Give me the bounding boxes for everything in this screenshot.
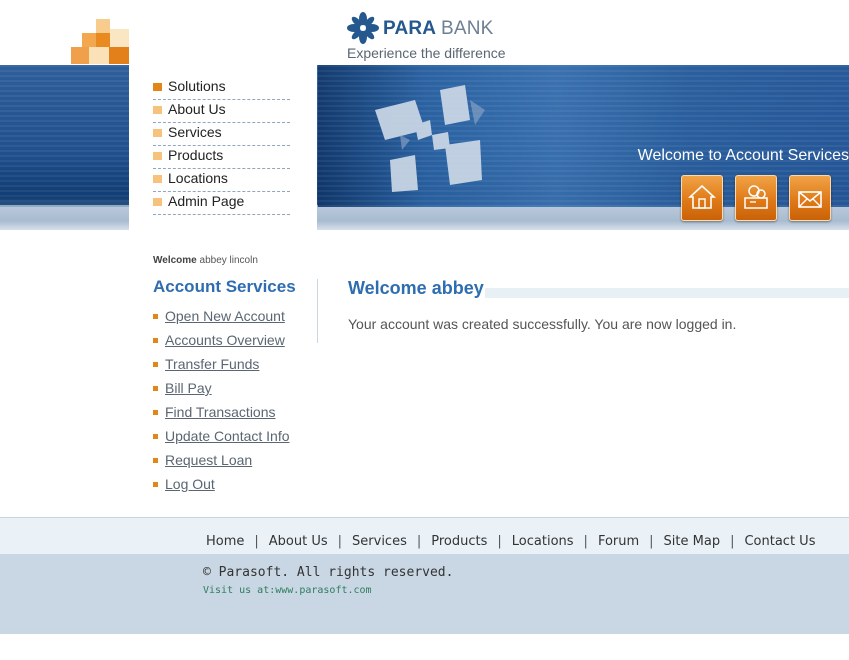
footer-link-forum[interactable]: Forum — [598, 534, 639, 549]
success-message: Your account was created successfully. Y… — [348, 316, 737, 332]
nav-item-products[interactable]: Products — [153, 145, 290, 169]
home-icon — [688, 184, 716, 209]
link-label: Update Contact Info — [165, 428, 290, 444]
mail-icon — [798, 191, 822, 208]
top-nav-panel: Solutions About Us Services Products Loc… — [129, 65, 317, 263]
nav-bullet — [153, 129, 162, 137]
link-bullet — [153, 434, 158, 439]
footer-link-services[interactable]: Services — [352, 534, 407, 549]
home-button[interactable] — [681, 175, 723, 221]
footer-separator: | — [497, 534, 502, 549]
nav-item-label: Locations — [168, 170, 228, 186]
footer-link-products[interactable]: Products — [431, 534, 487, 549]
link-label: Find Transactions — [165, 404, 276, 420]
link-bullet — [153, 458, 158, 463]
footer-separator: | — [416, 534, 422, 549]
footer-separator: | — [730, 534, 735, 549]
footer-link-site-map[interactable]: Site Map — [664, 534, 721, 549]
link-label: Transfer Funds — [165, 356, 260, 372]
link-bullet — [153, 386, 158, 391]
footer-separator: | — [649, 534, 654, 549]
footer-nav: Home | About Us | Services | Products | Location… — [0, 517, 849, 554]
link-label: Open New Account — [165, 308, 285, 324]
footer-link-contact-us[interactable]: Contact Us — [744, 534, 815, 549]
footer-separator: | — [254, 534, 259, 549]
nav-item-services[interactable]: Services — [153, 122, 290, 146]
contact-mail-button[interactable] — [789, 175, 831, 221]
link-bullet — [153, 362, 158, 367]
link-label: Request Loan — [165, 452, 253, 468]
nav-bullet — [153, 175, 162, 183]
brand-para: PARA — [383, 18, 436, 39]
nav-item-label: Products — [168, 147, 224, 163]
nav-bullet — [153, 106, 162, 114]
nav-item-admin-page[interactable]: Admin Page — [153, 191, 290, 215]
footer-separator: | — [583, 534, 588, 549]
visit-us-link[interactable]: Visit us at:www.parasoft.com — [203, 585, 372, 596]
nav-item-locations[interactable]: Locations — [153, 168, 290, 192]
footer-separator: | — [337, 534, 343, 549]
welcome-label: Welcome — [153, 255, 197, 266]
tagline: Experience the difference — [347, 45, 506, 61]
welcome-banner-text: Welcome to Account Services — [637, 147, 849, 164]
nav-item-solutions[interactable]: Solutions — [153, 76, 290, 100]
nav-bullet — [153, 198, 162, 206]
copyright-text: © Parasoft. All rights reserved. — [203, 565, 454, 580]
user-name: abbey lincoln — [199, 255, 258, 266]
page-title: Welcome abbey — [348, 278, 484, 298]
footer-links: Home | About Us | Services | Products | Location… — [206, 534, 815, 549]
link-label: Bill Pay — [165, 380, 212, 396]
footer-link-locations[interactable]: Locations — [512, 534, 574, 549]
header-banner: Welcome to Account Services — [0, 65, 849, 230]
sidebar-divider — [317, 279, 318, 343]
parabank-logo[interactable]: PARA BANK — [347, 12, 547, 44]
nav-item-label: Services — [168, 124, 222, 140]
nav-item-label: Solutions — [168, 78, 226, 94]
footer-link-about-us[interactable]: About Us — [269, 534, 328, 549]
nav-bullet — [153, 83, 162, 91]
nav-item-about-us[interactable]: About Us — [153, 99, 290, 123]
nav-bullet — [153, 152, 162, 160]
link-bullet — [153, 338, 158, 343]
link-bullet — [153, 410, 158, 415]
network-arrows-graphic — [375, 85, 485, 192]
brand-name: PARA BANK — [383, 18, 494, 40]
welcome-user: Welcome abbey lincoln — [153, 255, 258, 266]
title-underline-decoration — [485, 288, 849, 298]
link-bullet — [153, 314, 158, 319]
link-label: Accounts Overview — [165, 332, 285, 348]
parabank-flower-icon — [347, 12, 379, 44]
nav-item-label: Admin Page — [168, 193, 245, 209]
about-contact-button[interactable] — [735, 175, 777, 221]
brand-bank: BANK — [441, 18, 494, 39]
account-services-title: Account Services — [153, 277, 296, 296]
nav-item-label: About Us — [168, 101, 226, 117]
contact-people-icon — [744, 185, 768, 209]
link-bullet — [153, 482, 158, 487]
footer-link-home[interactable]: Home — [206, 534, 244, 549]
link-label: Log Out — [165, 476, 215, 492]
